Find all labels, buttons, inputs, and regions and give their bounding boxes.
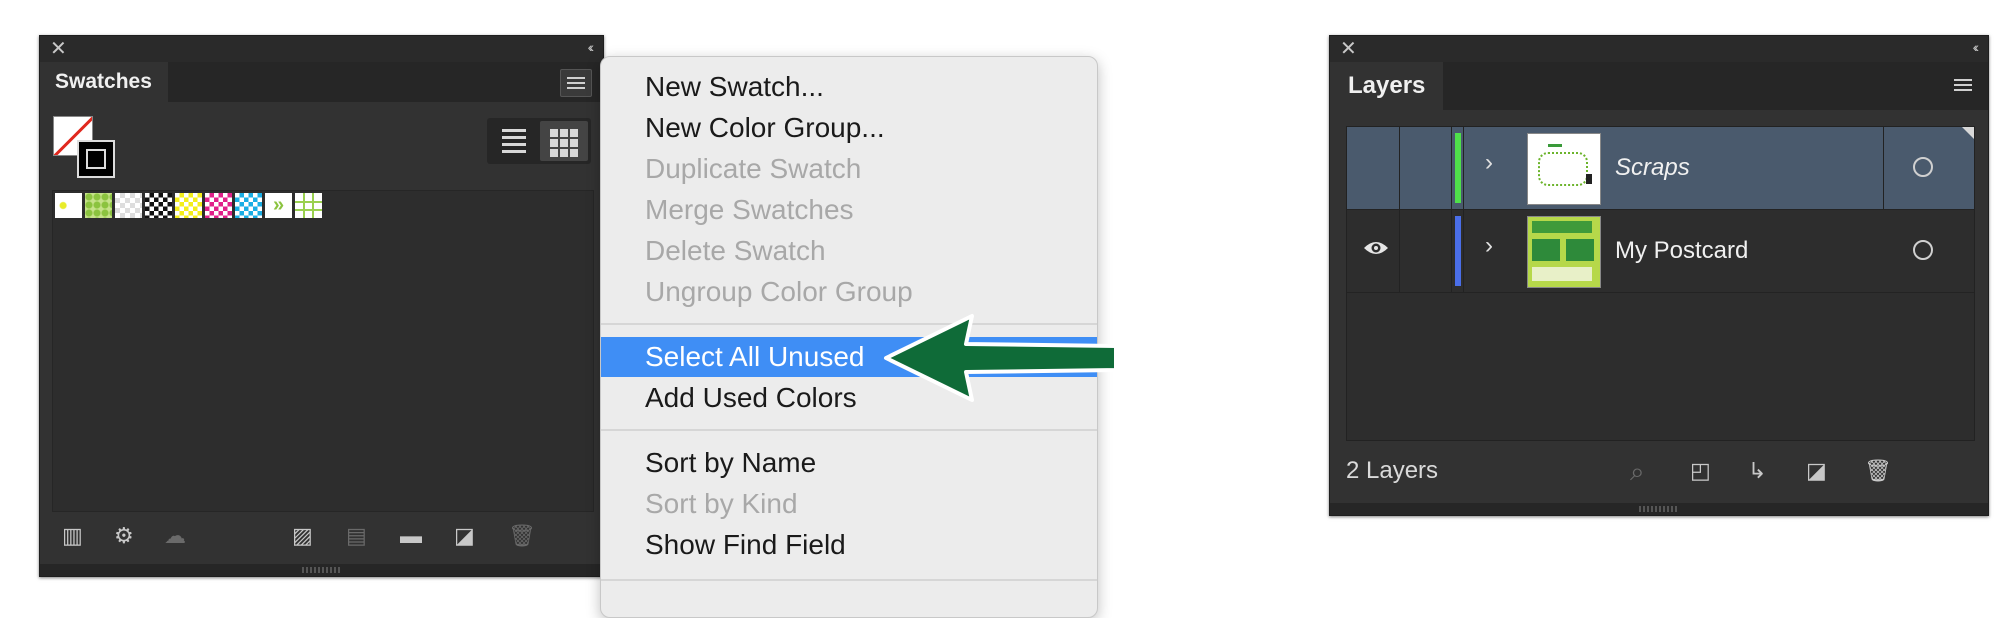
make-clipping-mask-icon[interactable]: ◰ [1690, 451, 1711, 491]
menu-item-merge-swatches[interactable]: Merge Swatches [601, 190, 1097, 230]
swatch-pattern[interactable] [145, 193, 172, 218]
swatch-libraries-icon[interactable]: ▥ [62, 516, 83, 556]
swatch-pattern[interactable]: » [265, 193, 292, 218]
list-view-icon[interactable] [490, 121, 538, 161]
chevron-right-icon[interactable]: › [1485, 149, 1493, 177]
resize-grip[interactable] [1330, 503, 1988, 515]
menu-separator [601, 429, 1097, 431]
create-sublayer-icon[interactable]: ↳ [1748, 451, 1766, 491]
target-icon[interactable] [1913, 157, 1933, 177]
eye-icon [1364, 242, 1388, 254]
callout-arrow-icon [884, 314, 1118, 402]
visibility-toggle[interactable] [1347, 127, 1400, 209]
layer-count: 2 Layers [1346, 457, 1439, 484]
menu-item-sort-by-kind[interactable]: Sort by Kind [601, 484, 1097, 524]
layer-thumbnail [1527, 133, 1601, 205]
cloud-libraries-icon[interactable]: ☁ [164, 516, 186, 556]
swatch-grid[interactable]: » [52, 190, 594, 512]
collapse-icon[interactable]: ‹‹ [1973, 39, 1980, 55]
layer-thumbnail [1527, 216, 1601, 288]
locate-object-icon[interactable]: ⌕ [1630, 451, 1645, 491]
swatches-panel: ✕ ‹‹ Swatches » ▥ ⚙ ☁ ▨ ▤ ▬ ◪ 🗑 [39, 35, 604, 577]
menu-item-duplicate-swatch[interactable]: Duplicate Swatch [601, 149, 1097, 189]
swatch-pattern[interactable] [55, 193, 82, 218]
layer-name[interactable]: Scraps [1615, 127, 1690, 209]
menu-item-new-color-group[interactable]: New Color Group... [601, 108, 1097, 148]
close-icon[interactable]: ✕ [50, 38, 67, 60]
swatch-pattern[interactable] [205, 193, 232, 218]
swatch-pattern[interactable] [115, 193, 142, 218]
fill-stroke-control[interactable] [53, 116, 115, 178]
swatch-pattern[interactable] [295, 193, 322, 218]
new-color-group-icon[interactable]: ▤ [346, 516, 367, 556]
menu-separator [601, 579, 1097, 581]
swatch-pattern[interactable] [235, 193, 262, 218]
menu-item-delete-swatch[interactable]: Delete Swatch [601, 231, 1097, 271]
swatch-pattern[interactable] [85, 193, 112, 218]
menu-item-ungroup-color-group[interactable]: Ungroup Color Group [601, 272, 1097, 312]
panel-title-bar[interactable]: ✕ ‹‹ [1330, 36, 1988, 62]
tab-swatches[interactable]: Swatches [40, 62, 168, 102]
menu-item-show-find-field[interactable]: Show Find Field [601, 525, 1097, 565]
resize-grip[interactable] [40, 564, 603, 576]
delete-swatch-icon[interactable]: 🗑 [508, 516, 536, 556]
grid-view-icon[interactable] [540, 121, 588, 161]
panel-menu-button[interactable] [560, 69, 592, 97]
panel-menu-button[interactable] [1948, 72, 1978, 98]
lock-toggle[interactable] [1399, 210, 1452, 292]
target-icon[interactable] [1913, 240, 1933, 260]
new-swatch-icon[interactable]: ◪ [454, 516, 475, 556]
view-toggle [487, 118, 591, 164]
layer-name[interactable]: My Postcard [1615, 210, 1748, 292]
selected-art-indicator [1962, 127, 1974, 139]
layer-row[interactable]: › Scraps [1347, 127, 1974, 210]
tab-layers[interactable]: Layers [1330, 62, 1444, 110]
delete-layer-icon[interactable]: 🗑 [1864, 451, 1892, 491]
close-icon[interactable]: ✕ [1340, 38, 1357, 60]
menu-item-new-swatch[interactable]: New Swatch... [601, 67, 1097, 107]
new-folder-icon[interactable]: ▬ [400, 516, 422, 556]
new-layer-icon[interactable]: ◪ [1806, 451, 1827, 491]
chevron-right-icon[interactable]: › [1485, 232, 1493, 260]
stroke-swatch[interactable] [77, 140, 115, 178]
swatch-options-icon[interactable]: ▨ [292, 516, 313, 556]
menu-item-sort-by-name[interactable]: Sort by Name [601, 443, 1097, 483]
layers-panel: ✕ ‹‹ Layers › Scraps › My Postcard 2 Lay… [1329, 35, 1989, 516]
collapse-icon[interactable]: ‹‹ [588, 39, 595, 55]
visibility-toggle[interactable] [1347, 210, 1400, 292]
layer-row[interactable]: › My Postcard [1347, 210, 1974, 293]
show-kinds-icon[interactable]: ⚙ [114, 516, 134, 556]
swatch-pattern[interactable] [175, 193, 202, 218]
layers-list: › Scraps › My Postcard [1346, 126, 1975, 441]
lock-toggle[interactable] [1399, 127, 1452, 209]
panel-title-bar[interactable]: ✕ ‹‹ [40, 36, 603, 62]
